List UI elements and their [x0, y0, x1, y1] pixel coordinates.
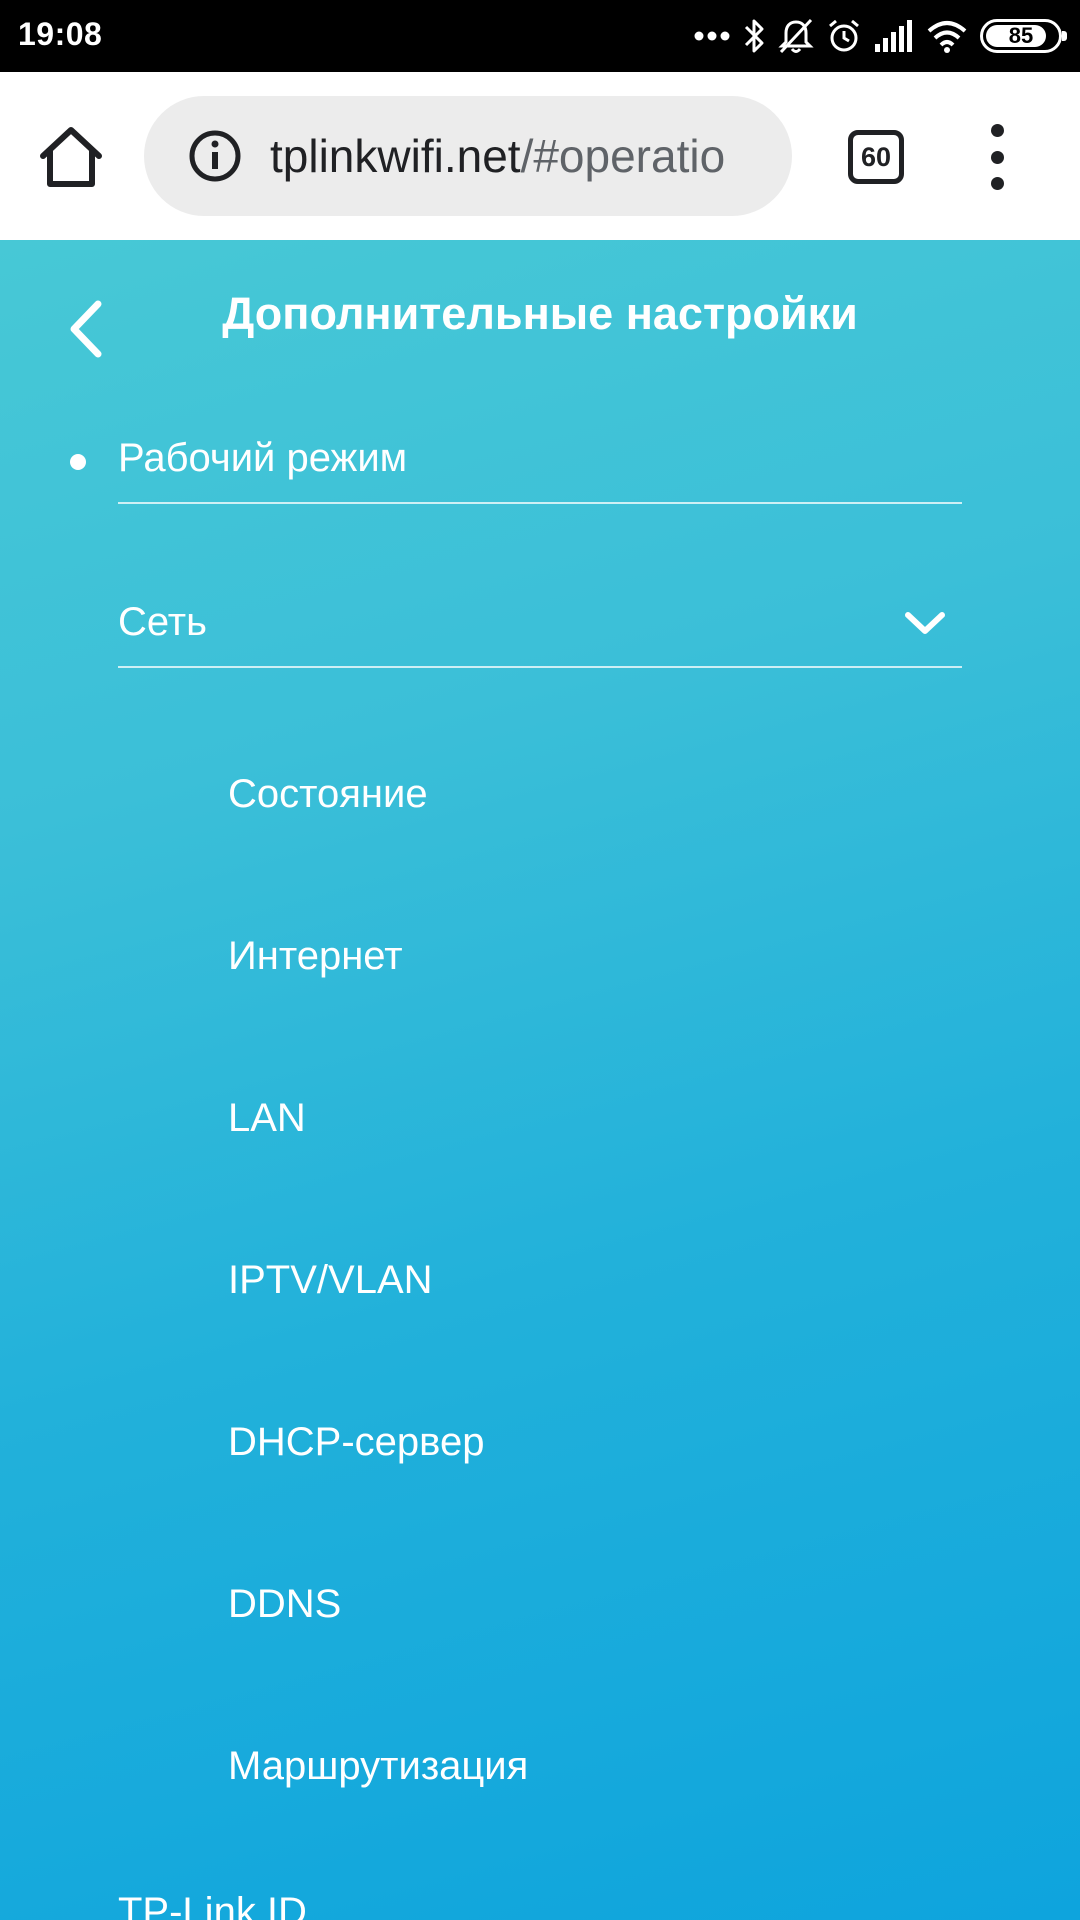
battery-indicator: 85 [980, 19, 1067, 53]
status-bar: 19:08 85 [0, 0, 1080, 72]
more-notifications-icon [694, 31, 730, 41]
signal-icon [875, 20, 912, 52]
silent-icon [778, 18, 814, 54]
submenu-item-status[interactable]: Состояние [228, 766, 428, 822]
url-text[interactable]: tplinkwifi.net/#operatio [270, 126, 770, 186]
status-icons: 85 [694, 14, 1067, 58]
battery-level: 85 [1008, 23, 1034, 48]
menu-item-label: Рабочий режим [118, 436, 408, 480]
page-title: Дополнительные настройки [222, 288, 858, 339]
tab-switcher-button[interactable]: 60 [848, 130, 904, 184]
url-path: /#operatio [520, 130, 726, 182]
alarm-icon [829, 19, 859, 52]
chevron-down-icon [905, 612, 945, 634]
submenu-item-lan[interactable]: LAN [228, 1090, 306, 1146]
menu-item-tp-link-id[interactable]: TP-Link ID [118, 1884, 962, 1920]
submenu-item-routing[interactable]: Маршрутизация [228, 1738, 528, 1794]
bluetooth-icon [744, 19, 764, 53]
submenu-item-ddns[interactable]: DDNS [228, 1576, 341, 1632]
submenu-item-dhcp-server[interactable]: DHCP-сервер [228, 1414, 484, 1470]
overflow-menu-icon[interactable] [982, 124, 1012, 190]
address-bar[interactable]: tplinkwifi.net/#operatio [144, 96, 792, 216]
browser-toolbar: tplinkwifi.net/#operatio 60 [0, 72, 1080, 240]
menu-item-label: TP-Link ID [118, 1890, 307, 1920]
menu-item-operating-mode[interactable]: Рабочий режим [118, 430, 962, 504]
wifi-icon [927, 21, 967, 53]
info-icon[interactable] [188, 129, 242, 183]
menu-item-label: Сеть [118, 600, 207, 644]
url-host: tplinkwifi.net [270, 130, 521, 182]
submenu-item-iptv-vlan[interactable]: IPTV/VLAN [228, 1252, 433, 1308]
submenu-item-internet[interactable]: Интернет [228, 928, 403, 984]
home-icon[interactable] [36, 122, 106, 192]
page-content: Дополнительные настройки Рабочий режим С… [0, 240, 1080, 1920]
status-time: 19:08 [18, 16, 103, 52]
active-bullet [70, 454, 86, 470]
menu-item-network[interactable]: Сеть [118, 594, 962, 668]
